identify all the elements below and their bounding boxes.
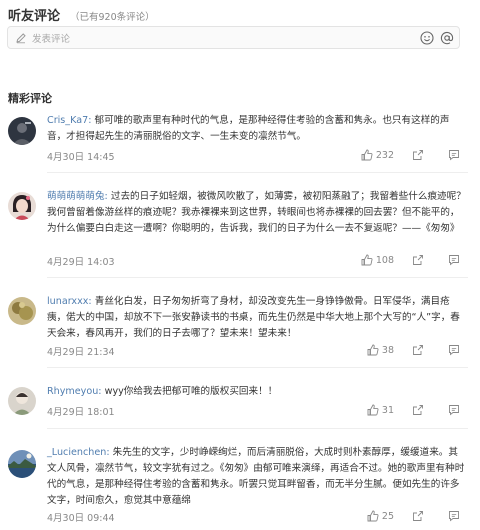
comment-count: （已有920条评论） — [70, 12, 155, 23]
thumbs-up-icon — [367, 344, 379, 356]
like-count: 232 — [375, 149, 394, 161]
avatar[interactable] — [8, 117, 36, 145]
comment-time: 4月29日 14:03 — [47, 257, 115, 268]
like-button[interactable]: 38 — [367, 344, 394, 356]
share-icon[interactable] — [412, 510, 424, 522]
avatar[interactable] — [8, 192, 36, 220]
comment-username[interactable]: Rhymeyou: — [47, 386, 102, 397]
divider — [47, 172, 468, 173]
comment-actions: 108 — [361, 254, 460, 266]
avatar[interactable] — [8, 387, 36, 415]
comment-text: Cris_Ka7: 郁可唯的歌声里有种时代的气息，是那种经得住考验的含蓄和隽永。… — [47, 113, 467, 145]
like-count: 38 — [381, 344, 394, 356]
comment-username[interactable]: _Lucienchen: — [47, 447, 110, 458]
comment-placeholder: 发表评论 — [32, 34, 71, 45]
like-button[interactable]: 108 — [361, 254, 394, 266]
comment-text: _Lucienchen: 朱先生的文字，少时峥嵘绚烂，而后清丽脱俗，大成时则朴素… — [47, 445, 467, 509]
comment-body: wyy你给我去把郁可唯的版权买回来！！ — [101, 386, 278, 397]
comments-header: 听友评论 （已有920条评论） — [8, 5, 155, 25]
at-mention-icon[interactable] — [440, 31, 454, 45]
comment-body: 过去的日子如轻烟，被微风吹散了，如薄雾，被初阳蒸融了；我留着些什么痕迹呢？我何曾… — [47, 191, 466, 234]
comment-input[interactable]: 发表评论 — [7, 26, 460, 49]
reply-icon[interactable] — [448, 404, 460, 416]
divider — [47, 367, 468, 368]
comment-actions: 38 — [367, 344, 460, 356]
reply-icon[interactable] — [448, 344, 460, 356]
like-count: 31 — [381, 404, 394, 416]
thumbs-up-icon — [361, 149, 373, 161]
thumbs-up-icon — [367, 404, 379, 416]
pencil-icon — [16, 33, 26, 44]
like-count: 108 — [375, 254, 394, 266]
thumbs-up-icon — [367, 510, 379, 522]
like-count: 25 — [381, 510, 394, 522]
avatar[interactable] — [8, 450, 36, 478]
comment-body: 朱先生的文字，少时峥嵘绚烂，而后清丽脱俗，大成时则朴素醇厚，缓缓道来。其文人风骨… — [47, 447, 465, 506]
comment-text: 萌萌萌萌萌兔: 过去的日子如轻烟，被微风吹散了，如薄雾，被初阳蒸融了；我留着些什… — [47, 189, 467, 237]
thumbs-up-icon — [361, 254, 373, 266]
share-icon[interactable] — [412, 149, 424, 161]
comment-body: 青丝化白发，日子匆匆折弯了身材，却没改变先生一身铮铮傲骨。日军侵华，满目疮痍，偌… — [47, 296, 460, 339]
reply-icon[interactable] — [448, 510, 460, 522]
emoji-icon[interactable] — [420, 31, 434, 45]
reply-icon[interactable] — [448, 254, 460, 266]
divider — [47, 277, 468, 278]
comments-title: 听友评论 — [8, 9, 61, 24]
comment-username[interactable]: 萌萌萌萌萌兔: — [47, 191, 108, 202]
like-button[interactable]: 232 — [361, 149, 394, 161]
comment-actions: 232 — [361, 149, 460, 161]
like-button[interactable]: 25 — [367, 510, 394, 522]
comment-actions: 31 — [367, 404, 460, 416]
share-icon[interactable] — [412, 344, 424, 356]
comment-username[interactable]: Cris_Ka7: — [47, 115, 91, 126]
reply-icon[interactable] — [448, 149, 460, 161]
share-icon[interactable] — [412, 404, 424, 416]
comment-time: 4月29日 21:34 — [47, 347, 115, 358]
share-icon[interactable] — [412, 254, 424, 266]
comment-text: lunarxxx: 青丝化白发，日子匆匆折弯了身材，却没改变先生一身铮铮傲骨。日… — [47, 294, 467, 342]
divider — [47, 428, 468, 429]
comment-text: Rhymeyou: wyy你给我去把郁可唯的版权买回来！！ — [47, 384, 467, 400]
comment-time: 4月29日 18:01 — [47, 407, 115, 418]
comment-username[interactable]: lunarxxx: — [47, 296, 92, 307]
comment-body: 郁可唯的歌声里有种时代的气息，是那种经得住考验的含蓄和隽永。也只有这样的声音，才… — [47, 115, 450, 142]
like-button[interactable]: 31 — [367, 404, 394, 416]
comment-time: 4月30日 14:45 — [47, 152, 115, 163]
comment-time: 4月30日 09:44 — [47, 513, 115, 524]
comment-actions: 25 — [367, 510, 460, 522]
featured-comments-title: 精彩评论 — [8, 92, 52, 105]
avatar[interactable] — [8, 297, 36, 325]
